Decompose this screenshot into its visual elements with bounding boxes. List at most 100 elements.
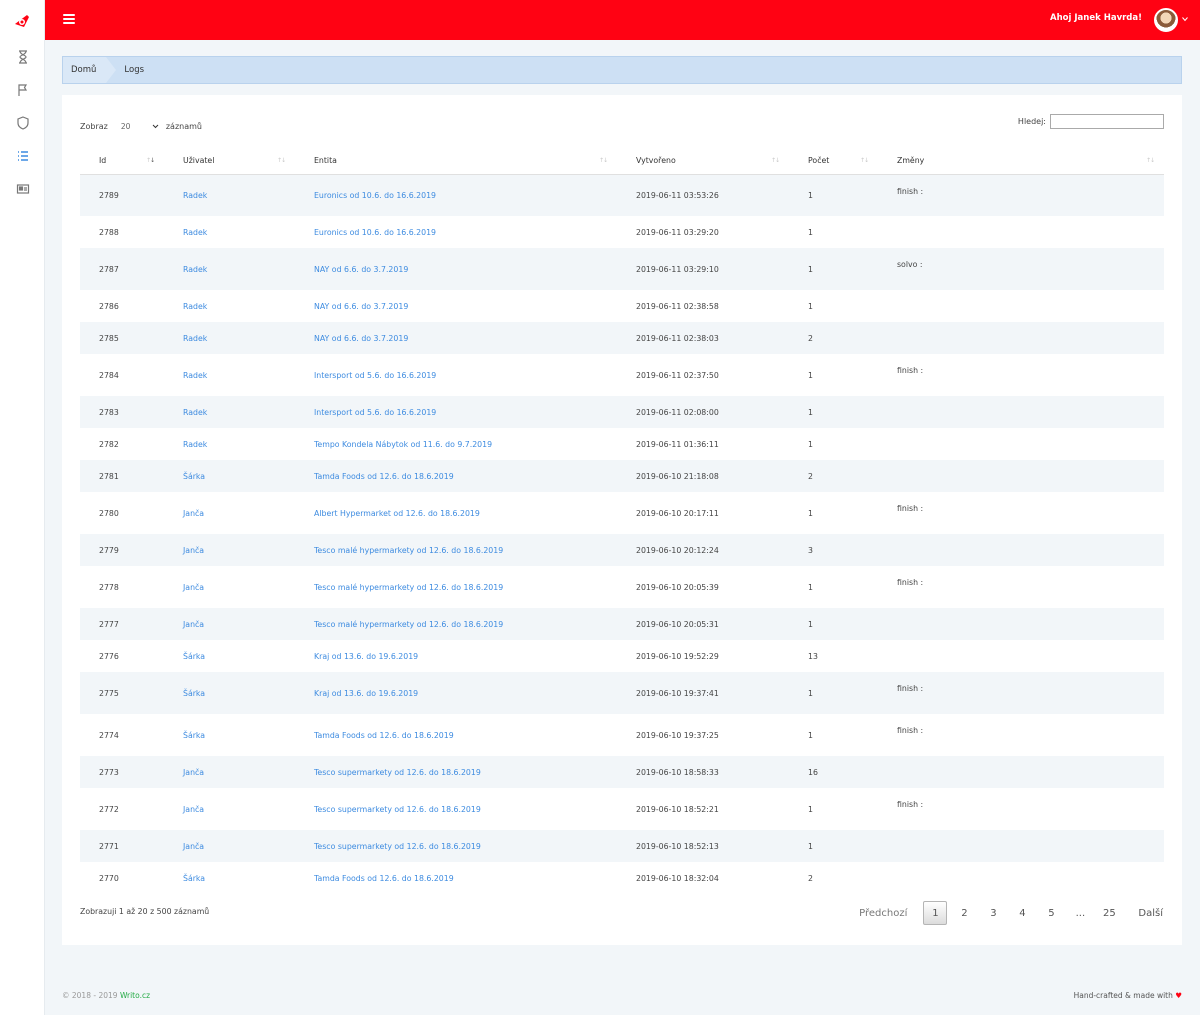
cell-entity-link[interactable]: Tesco supermarkety od 12.6. do 18.6.2019 — [314, 842, 481, 851]
cell-user-link[interactable]: Janča — [183, 546, 204, 555]
cell-count: 2 — [789, 460, 878, 492]
table-header-row: Id ↑↓ Uživatel ↑↓ Entita ↑↓ Vytvořeno ↑↓ Poč… — [80, 147, 1164, 175]
pagination-page[interactable]: 1 — [923, 901, 948, 925]
cell-entity-link[interactable]: Tesco supermarkety od 12.6. do 18.6.2019 — [314, 805, 481, 814]
pagination-page[interactable]: 25 — [1097, 901, 1121, 925]
cell-user-link[interactable]: Radek — [183, 191, 207, 200]
cell-entity-link[interactable]: NAY od 6.6. do 3.7.2019 — [314, 334, 408, 343]
cell-entity: Tesco supermarkety od 12.6. do 18.6.2019 — [295, 830, 617, 862]
flag-icon[interactable] — [14, 81, 31, 98]
cell-count: 1 — [808, 804, 813, 814]
column-header-created[interactable]: Vytvořeno ↑↓ — [617, 147, 789, 175]
footer-brand-link[interactable]: Writo.cz — [120, 991, 150, 1000]
cell-entity-link[interactable]: Kraj od 13.6. do 19.6.2019 — [314, 652, 418, 661]
cell-changes: finish : — [897, 504, 924, 513]
user-greeting[interactable]: Ahoj Janek Havrda! — [1050, 13, 1142, 23]
cell-entity-link[interactable]: Albert Hypermarket od 12.6. do 18.6.2019 — [314, 509, 480, 518]
cell-user-link[interactable]: Radek — [183, 440, 207, 449]
pagination-page[interactable]: 4 — [1010, 901, 1034, 925]
app-logo-icon[interactable] — [12, 11, 32, 31]
cell-user: Janča — [164, 566, 295, 608]
chevron-down-icon[interactable] — [1182, 16, 1188, 22]
cell-count: 2 — [789, 322, 878, 354]
cell-created: 2019-06-11 02:38:03 — [617, 322, 789, 354]
cell-user-link[interactable]: Janča — [183, 768, 204, 777]
pagination-page[interactable]: 3 — [981, 901, 1005, 925]
cell-user-link[interactable]: Radek — [183, 302, 207, 311]
cell-count: 1 — [789, 608, 878, 640]
list-icon[interactable] — [14, 147, 31, 164]
cell-entity: Tesco malé hypermarkety od 12.6. do 18.6… — [295, 608, 617, 640]
cell-created: 2019-06-10 20:05:39 — [636, 582, 719, 592]
column-header-id[interactable]: Id ↑↓ — [80, 147, 164, 175]
cell-user-link[interactable]: Janča — [183, 583, 204, 592]
cell-user-link[interactable]: Radek — [183, 228, 207, 237]
cell-entity-link[interactable]: Tesco malé hypermarkety od 12.6. do 18.6… — [314, 546, 503, 555]
cell-entity-link[interactable]: Tamda Foods od 12.6. do 18.6.2019 — [314, 874, 454, 883]
topbar: Ahoj Janek Havrda! — [45, 0, 1200, 40]
cell-entity-link[interactable]: Euronics od 10.6. do 16.6.2019 — [314, 228, 436, 237]
cell-user-link[interactable]: Šárka — [183, 652, 205, 661]
table-row: 2776 Šárka Kraj od 13.6. do 19.6.2019 2019-… — [80, 640, 1164, 672]
cell-user-link[interactable]: Šárka — [183, 731, 205, 740]
search-input[interactable] — [1050, 114, 1164, 129]
cell-entity-link[interactable]: NAY od 6.6. do 3.7.2019 — [314, 302, 408, 311]
cell-user-link[interactable]: Janča — [183, 509, 204, 518]
cell-created: 2019-06-11 03:53:26 — [617, 174, 789, 216]
cell-id: 2774 — [99, 730, 119, 740]
cell-user-link[interactable]: Šárka — [183, 472, 205, 481]
cell-user: Radek — [164, 354, 295, 396]
column-header-user[interactable]: Uživatel ↑↓ — [164, 147, 295, 175]
cell-entity: Kraj od 13.6. do 19.6.2019 — [295, 672, 617, 714]
hourglass-icon[interactable] — [14, 48, 31, 65]
cell-entity-link[interactable]: Euronics od 10.6. do 16.6.2019 — [314, 191, 436, 200]
avatar[interactable] — [1154, 8, 1178, 32]
cell-user-link[interactable]: Šárka — [183, 689, 205, 698]
column-header-changes[interactable]: Změny ↑↓ — [878, 147, 1164, 175]
id-card-icon[interactable] — [14, 180, 31, 197]
table-row: 2777 Janča Tesco malé hypermarkety od 12.6… — [80, 608, 1164, 640]
cell-created: 2019-06-11 03:29:20 — [636, 227, 719, 237]
cell-id: 2771 — [80, 830, 164, 862]
cell-user-link[interactable]: Radek — [183, 265, 207, 274]
cell-entity-link[interactable]: Tesco supermarkety od 12.6. do 18.6.2019 — [314, 768, 481, 777]
cell-entity-link[interactable]: Tesco malé hypermarkety od 12.6. do 18.6… — [314, 620, 503, 629]
cell-user-link[interactable]: Radek — [183, 408, 207, 417]
cell-entity-link[interactable]: Tamda Foods od 12.6. do 18.6.2019 — [314, 472, 454, 481]
cell-user-link[interactable]: Janča — [183, 620, 204, 629]
cell-user-link[interactable]: Janča — [183, 805, 204, 814]
shield-icon[interactable] — [14, 114, 31, 131]
cell-user: Janča — [164, 534, 295, 566]
menu-toggle-icon[interactable] — [63, 14, 75, 25]
cell-user-link[interactable]: Janča — [183, 842, 204, 851]
cell-entity: Tamda Foods od 12.6. do 18.6.2019 — [295, 862, 617, 894]
page-size-select[interactable]: 20 — [113, 119, 160, 133]
cell-created: 2019-06-11 01:36:11 — [636, 439, 719, 449]
column-header-count[interactable]: Počet ↑↓ — [789, 147, 878, 175]
cell-count: 2 — [808, 873, 813, 883]
cell-changes — [878, 830, 1164, 862]
cell-entity-link[interactable]: Tamda Foods od 12.6. do 18.6.2019 — [314, 731, 454, 740]
table-row: 2786 Radek NAY od 6.6. do 3.7.2019 2019-06-… — [80, 290, 1164, 322]
cell-entity: NAY od 6.6. do 3.7.2019 — [295, 322, 617, 354]
cell-entity-link[interactable]: Tesco malé hypermarkety od 12.6. do 18.6… — [314, 583, 503, 592]
pagination-page[interactable]: 5 — [1039, 901, 1063, 925]
cell-entity-link[interactable]: Intersport od 5.6. do 16.6.2019 — [314, 408, 436, 417]
cell-entity-link[interactable]: Kraj od 13.6. do 19.6.2019 — [314, 689, 418, 698]
pagination-page[interactable]: 2 — [952, 901, 976, 925]
cell-entity-link[interactable]: Intersport od 5.6. do 16.6.2019 — [314, 371, 436, 380]
cell-count: 1 — [808, 582, 813, 592]
pagination-previous[interactable]: Předchozí — [856, 901, 910, 925]
cell-user-link[interactable]: Radek — [183, 371, 207, 380]
copyright-text: © 2018 - 2019 — [62, 991, 118, 1000]
cell-count: 1 — [808, 227, 813, 237]
cell-entity-link[interactable]: NAY od 6.6. do 3.7.2019 — [314, 265, 408, 274]
cell-user-link[interactable]: Radek — [183, 334, 207, 343]
cell-created: 2019-06-10 20:17:11 — [636, 508, 719, 518]
breadcrumb-home[interactable]: Domů — [63, 57, 117, 83]
cell-user-link[interactable]: Šárka — [183, 874, 205, 883]
column-header-entity[interactable]: Entita ↑↓ — [295, 147, 617, 175]
pagination-next[interactable]: Další — [1135, 901, 1166, 925]
cell-entity: Euronics od 10.6. do 16.6.2019 — [295, 216, 617, 248]
cell-entity-link[interactable]: Tempo Kondela Nábytok od 11.6. do 9.7.20… — [314, 440, 492, 449]
